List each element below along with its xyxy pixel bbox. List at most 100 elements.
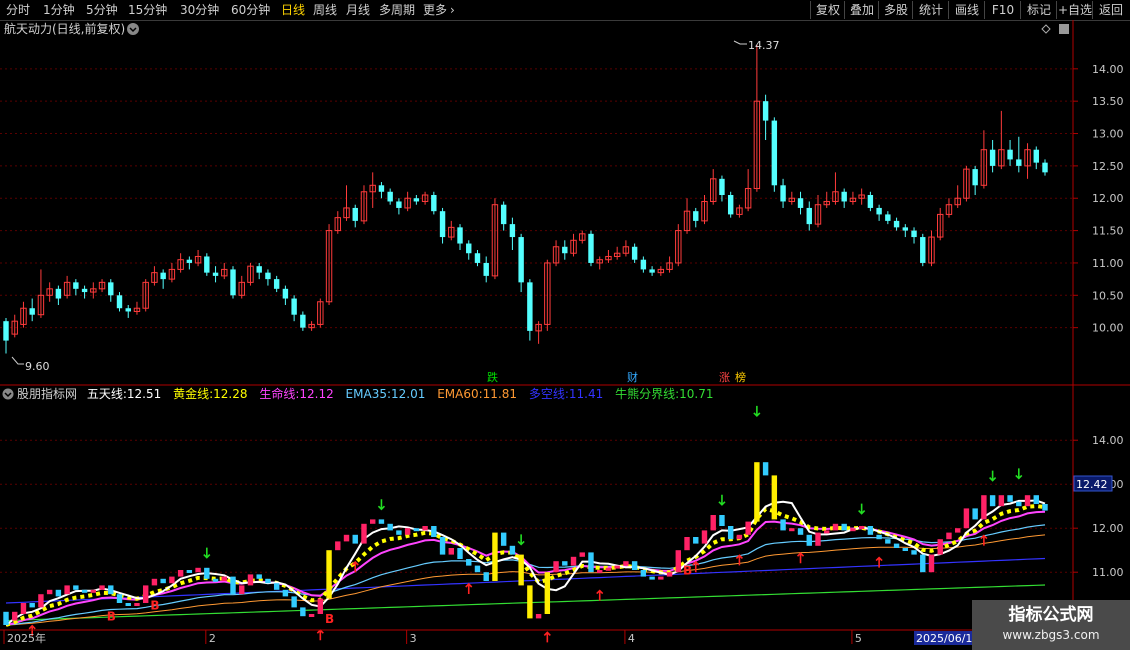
candle-body (352, 207, 358, 221)
indicator-bar (282, 589, 289, 597)
indicator-bar (719, 515, 725, 526)
legend-ema60-label: EMA60: (437, 387, 482, 401)
indicator-bar (850, 528, 856, 532)
indicator-bar (500, 532, 507, 546)
tab-15min[interactable]: 15分钟 (128, 2, 167, 18)
indicator-bar (841, 523, 847, 531)
back-button[interactable]: 返回 (1092, 1, 1129, 19)
candle-body (116, 295, 123, 309)
candle-body (876, 207, 882, 215)
legend-duokong-value: 11.41 (569, 387, 603, 401)
candle-body (1007, 149, 1013, 160)
indicator-bar (754, 462, 760, 522)
indicator-bar (666, 572, 673, 577)
candle-body (160, 272, 166, 280)
indicator-bar (963, 508, 970, 529)
sell-arrow-icon (858, 503, 866, 515)
event-marker-bang[interactable]: 榜 (735, 370, 746, 384)
tab-fenshi[interactable]: 分时 (6, 2, 30, 18)
indicator-bar (55, 589, 62, 597)
indicator-bar (20, 603, 27, 614)
date-label: 2 (209, 632, 216, 645)
indicator-bar (684, 537, 690, 551)
multi-stock-button[interactable]: 多股 (878, 1, 913, 19)
indicator-bar (631, 561, 638, 570)
price-tick-label: 14.00 (1092, 63, 1124, 76)
indicator-bar (998, 495, 1005, 507)
tab-multi-period[interactable]: 多周期 (379, 2, 415, 18)
candle-body (902, 227, 909, 231)
indicator-bar (527, 585, 533, 619)
sell-arrow-icon (753, 405, 761, 418)
indicator-bar (946, 532, 952, 540)
tab-1min[interactable]: 1分钟 (43, 2, 75, 18)
legend-wutian-label: 五天线: (87, 387, 127, 401)
event-marker-cai[interactable]: 财 (627, 370, 638, 384)
draw-line-button[interactable]: 画线 (948, 1, 985, 19)
tab-monthly[interactable]: 月线 (346, 2, 370, 18)
chevron-down-circle-icon[interactable] (127, 23, 139, 35)
candle-body (885, 214, 891, 221)
indicator-bar (954, 528, 961, 533)
tab-5min[interactable]: 5分钟 (86, 2, 118, 18)
candle-body (378, 185, 385, 192)
buy-arrow-icon (596, 589, 604, 601)
indicator-bar (614, 565, 620, 569)
tab-more[interactable]: 更多 › (423, 2, 455, 18)
price-tick-label: 11.50 (1092, 225, 1124, 238)
chevron-down-circle-icon[interactable] (2, 388, 14, 400)
candle-body (483, 262, 489, 276)
indicator-bar (230, 576, 236, 595)
candle-body (457, 227, 463, 244)
add-watchlist-button[interactable]: +自选 (1056, 1, 1093, 19)
high-label: 14.37 (748, 39, 780, 52)
overlay-button[interactable]: 叠加 (844, 1, 879, 19)
indicator-bar (937, 539, 943, 555)
tab-30min[interactable]: 30分钟 (180, 2, 219, 18)
candle-body (265, 272, 271, 280)
indicator-price-axis: 14.0013.0012.0011.00 (1073, 434, 1124, 579)
indicator-bar (920, 554, 926, 573)
current-price-value: 12.42 (1076, 478, 1108, 491)
candle-body (518, 237, 524, 283)
tab-60min[interactable]: 60分钟 (231, 2, 270, 18)
indicator-bar (509, 545, 516, 555)
indicator-bar (90, 589, 97, 593)
indicator-bar (762, 462, 769, 476)
indicator-bar (404, 528, 411, 535)
indicator-bar (701, 530, 708, 544)
stock-chart[interactable]: 航天动力(日线,前复权) 14.00 13.50 13.00 12.50 12.00 11… (0, 20, 1130, 650)
diamond-icon[interactable] (1041, 24, 1051, 34)
candle-body (413, 198, 420, 202)
indicator-bar (693, 537, 699, 544)
indicator-bar (1042, 504, 1048, 511)
statistics-button[interactable]: 统计 (912, 1, 949, 19)
buy-signal-label: B (150, 599, 159, 613)
candle-body (806, 207, 812, 225)
buy-arrow-icon (692, 560, 700, 572)
fuquan-button[interactable]: 复权 (810, 1, 845, 19)
legend-ema60-value: 11.81 (483, 387, 517, 401)
candle-body (204, 256, 210, 273)
legend-huangjin-value: 12.28 (213, 387, 247, 401)
indicator-bar (736, 534, 743, 540)
indicator-bar (1016, 501, 1022, 507)
f10-button[interactable]: F10 (984, 1, 1021, 19)
indicator-bar (1024, 495, 1031, 507)
legend-shengming-label: 生命线: (259, 386, 299, 401)
buy-signal-label: B (107, 610, 116, 624)
candle-body (509, 224, 516, 238)
indicator-bar (535, 614, 542, 619)
indicator-bar (605, 567, 612, 571)
event-marker-die[interactable]: 跌 (487, 370, 498, 384)
tab-weekly[interactable]: 周线 (313, 2, 337, 18)
event-marker-zhang[interactable]: 涨 (719, 371, 730, 384)
legend-ema35-value: 12.01 (391, 387, 425, 401)
watermark-url: www.zbgs3.com (1002, 628, 1100, 642)
indicator-bar (597, 570, 603, 573)
window-toggle-icon[interactable] (1059, 24, 1069, 34)
tab-daily[interactable]: 日线 (281, 2, 305, 18)
mark-button[interactable]: 标记 (1020, 1, 1057, 19)
candle-body (466, 243, 472, 254)
date-highlight-label: 2025/06/1 (916, 632, 972, 645)
